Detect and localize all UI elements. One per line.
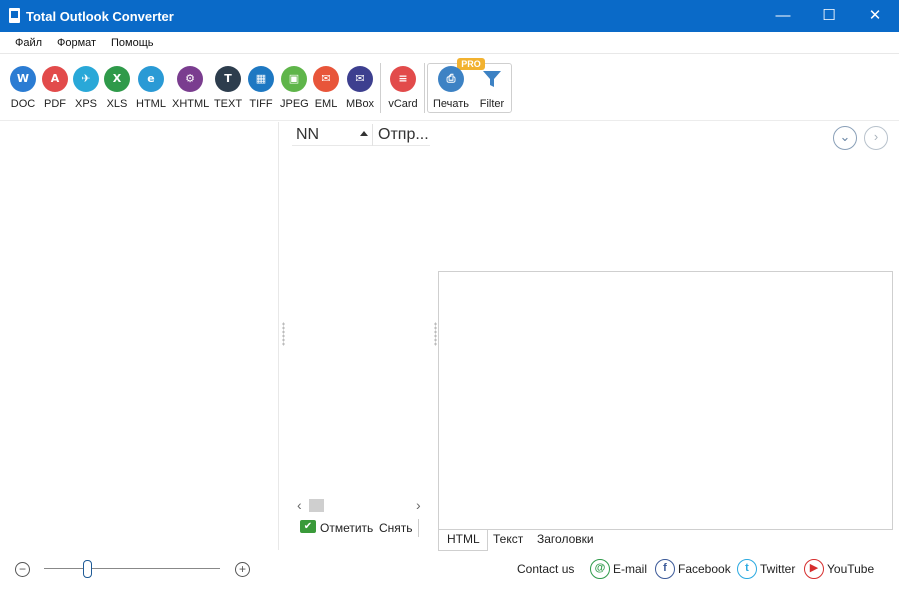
message-list-header: NN Отпр... xyxy=(292,124,430,146)
scroll-right-icon[interactable]: › xyxy=(416,497,421,513)
title-bar: Total Outlook Converter — ☐ ✕ xyxy=(0,0,899,32)
chevron-down-icon: ⌄ xyxy=(839,129,851,144)
format-label: MBox xyxy=(345,98,375,110)
format-label: DOC xyxy=(10,98,36,110)
filter-button[interactable]: Filter xyxy=(476,63,508,113)
middle-splitter[interactable] xyxy=(434,322,437,346)
vcard-button[interactable]: ≡ vCard xyxy=(386,63,420,113)
format-label: XPS xyxy=(74,98,97,110)
format-label: PDF xyxy=(44,98,66,110)
format-label: XHTML xyxy=(172,98,210,110)
column-header-from[interactable]: Отпр... xyxy=(378,126,429,144)
vcard-label: vCard xyxy=(388,98,418,110)
convert-html-button[interactable]: e HTML xyxy=(136,63,166,113)
column-separator[interactable] xyxy=(372,124,373,146)
format-label: TEXT xyxy=(213,98,243,110)
unmark-all-button[interactable]: Снять xyxy=(379,521,413,535)
tab-text[interactable]: Текст xyxy=(487,530,529,551)
next-button[interactable]: › xyxy=(864,126,888,150)
format-label: TIFF xyxy=(249,98,273,110)
menu-bar: Файл Формат Помощь xyxy=(0,32,899,54)
convert-doc-button[interactable]: W DOC xyxy=(10,63,36,113)
menu-help[interactable]: Помощь xyxy=(111,37,154,49)
maximize-button[interactable]: ☐ xyxy=(806,0,852,32)
word-doc-icon: W xyxy=(10,66,36,92)
zoom-in-icon[interactable]: + xyxy=(235,562,250,577)
jpeg-icon: ▣ xyxy=(281,66,307,92)
print-label: Печать xyxy=(432,98,470,110)
menu-file[interactable]: Файл xyxy=(15,37,42,49)
scroll-left-icon[interactable]: ‹ xyxy=(297,497,302,513)
folder-tree-pane[interactable] xyxy=(0,122,279,550)
print-button[interactable]: ⎙ Печать xyxy=(431,63,471,113)
tab-headers[interactable]: Заголовки xyxy=(531,530,600,551)
format-label: JPEG xyxy=(280,98,309,110)
text-icon: T xyxy=(215,66,241,92)
checkmark-icon: ✔ xyxy=(300,520,316,533)
status-bar: − + Contact us @ E-mail f Facebook t Twitter ▶… xyxy=(0,551,899,590)
close-button[interactable]: ✕ xyxy=(852,0,898,32)
youtube-icon: ▶ xyxy=(804,559,824,579)
contact-us-label: Contact us xyxy=(517,562,575,576)
social-label: Facebook xyxy=(678,562,731,576)
app-logo-icon xyxy=(9,8,20,23)
twitter-icon: t xyxy=(737,559,757,579)
scroll-thumb[interactable] xyxy=(309,499,324,512)
email-icon: @ xyxy=(590,559,610,579)
left-splitter[interactable] xyxy=(282,322,285,346)
mark-separator xyxy=(418,519,419,537)
horizontal-scrollbar[interactable]: ‹ › xyxy=(295,497,427,513)
zoom-slider[interactable] xyxy=(44,568,220,569)
format-label: HTML xyxy=(136,98,166,110)
sort-ascending-icon xyxy=(360,131,368,136)
pdf-icon: A xyxy=(42,66,68,92)
toolbar-separator xyxy=(424,63,425,113)
excel-xls-icon: X xyxy=(104,66,130,92)
chevron-right-icon: › xyxy=(873,129,879,144)
format-label: EML xyxy=(314,98,338,110)
xhtml-icon: ⚙ xyxy=(177,66,203,92)
printer-icon: ⎙ xyxy=(438,66,464,92)
convert-text-button[interactable]: T TEXT xyxy=(213,63,243,113)
format-label: XLS xyxy=(106,98,128,110)
social-label: Twitter xyxy=(760,562,796,576)
preview-pane[interactable] xyxy=(438,271,893,530)
html-icon: e xyxy=(138,66,164,92)
tiff-icon: ▦ xyxy=(248,66,274,92)
menu-format[interactable]: Формат xyxy=(57,37,96,49)
column-header-nn[interactable]: NN xyxy=(296,126,319,144)
toolbar-separator xyxy=(380,63,381,113)
convert-xps-button[interactable]: ✈ XPS xyxy=(73,63,99,113)
zoom-out-icon[interactable]: − xyxy=(15,562,30,577)
convert-pdf-button[interactable]: A PDF xyxy=(42,63,68,113)
mbox-icon: ✉ xyxy=(347,66,373,92)
window-title: Total Outlook Converter xyxy=(26,9,174,24)
toolbar: W DOC A PDF ✈ XPS X XLS e HTML ⚙ XHTML T TEXT ▦ TIFF ▣ JP… xyxy=(0,55,899,121)
tab-html[interactable]: HTML xyxy=(438,530,488,551)
xps-icon: ✈ xyxy=(73,66,99,92)
zoom-slider-thumb[interactable] xyxy=(83,560,92,578)
convert-xls-button[interactable]: X XLS xyxy=(104,63,130,113)
social-label: E-mail xyxy=(613,562,648,576)
social-label: YouTube xyxy=(827,562,875,576)
convert-eml-button[interactable]: ✉ EML xyxy=(313,63,339,113)
filter-label: Filter xyxy=(479,98,505,110)
convert-mbox-button[interactable]: ✉ MBox xyxy=(344,63,376,113)
facebook-icon: f xyxy=(655,559,675,579)
convert-xhtml-button[interactable]: ⚙ XHTML xyxy=(172,63,210,113)
funnel-icon xyxy=(483,71,501,87)
mark-all-button[interactable]: Отметить xyxy=(320,521,373,535)
convert-jpeg-button[interactable]: ▣ JPEG xyxy=(280,63,309,113)
minimize-button[interactable]: — xyxy=(760,0,806,32)
expand-down-button[interactable]: ⌄ xyxy=(833,126,857,150)
convert-tiff-button[interactable]: ▦ TIFF xyxy=(247,63,275,113)
vcard-icon: ≡ xyxy=(390,66,416,92)
eml-icon: ✉ xyxy=(313,66,339,92)
